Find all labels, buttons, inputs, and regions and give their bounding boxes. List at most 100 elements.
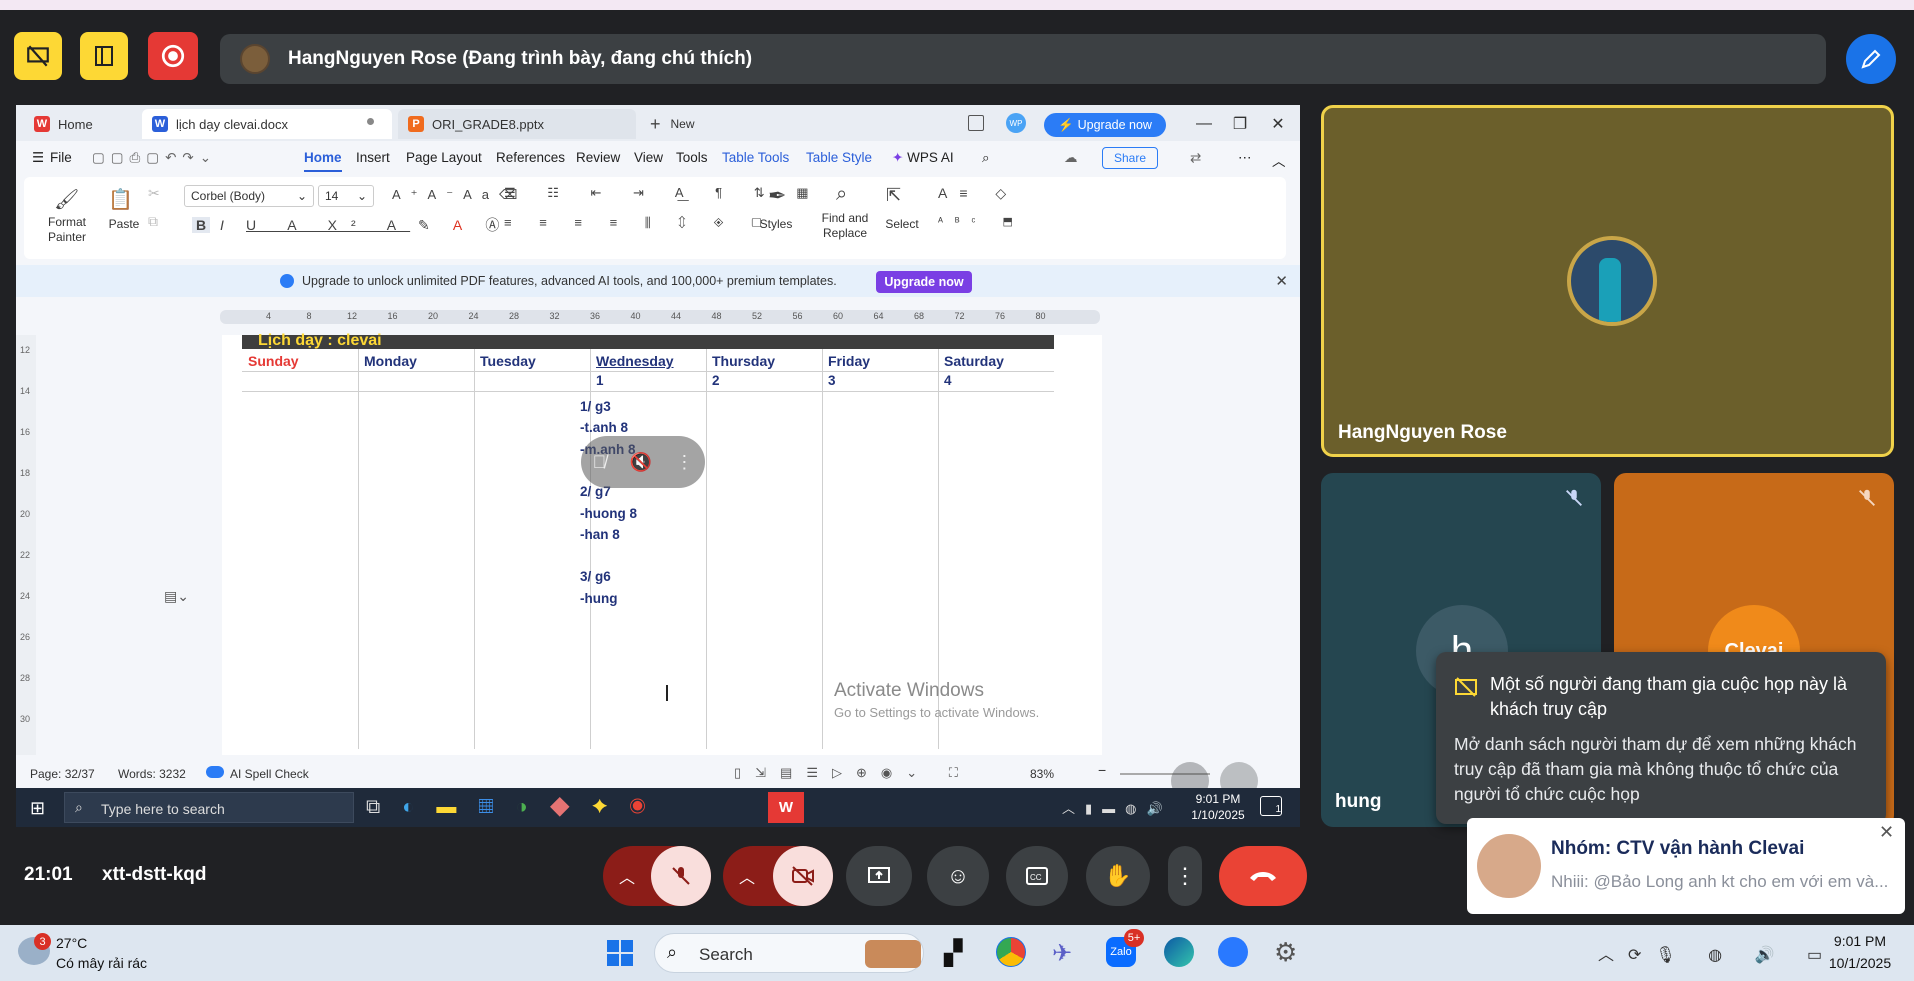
cut-icon[interactable]: ✂ — [148, 185, 160, 202]
speaker-off-icon[interactable]: 🔇 — [630, 452, 652, 473]
menu-table-style[interactable]: Table Style — [806, 150, 872, 165]
select-label[interactable]: Select — [880, 217, 924, 232]
raise-hand-button[interactable]: ✋ — [1086, 846, 1150, 906]
cloud-icon[interactable]: ☁ — [1064, 150, 1078, 166]
find-replace-label[interactable]: Find and Replace — [810, 211, 880, 241]
menu-view[interactable]: View — [634, 150, 663, 165]
format-painter-label[interactable]: Format Painter — [38, 215, 96, 245]
weather-desc[interactable]: Có mây rải rác — [56, 955, 147, 971]
restore-button[interactable]: ❐ — [1228, 113, 1252, 135]
menu-review[interactable]: Review — [576, 150, 620, 165]
select-icon[interactable]: ⇱ — [886, 185, 901, 206]
windows-start-icon[interactable] — [606, 939, 634, 967]
menu-home[interactable]: Home — [304, 150, 342, 172]
upgrade-now-button[interactable]: ⚡ Upgrade now — [1044, 113, 1166, 137]
table-handle-icon[interactable]: ▤⌄ — [164, 588, 189, 605]
font-size-select[interactable]: 14 ⌄ — [318, 185, 374, 207]
share-button[interactable]: Share — [1102, 147, 1158, 169]
menu-wps-ai[interactable]: ✦ WPS AI — [892, 150, 954, 166]
menu-references[interactable]: References — [496, 150, 565, 165]
weather-temp[interactable]: 27°C — [56, 935, 87, 951]
notification-center-icon[interactable]: 1 — [1260, 796, 1282, 816]
close-notice-icon[interactable]: ✕ — [1275, 272, 1288, 290]
spell-tools-icons[interactable]: ᴬᴮᶜ ⬒ — [938, 215, 1025, 228]
present-button[interactable] — [846, 846, 912, 906]
collapse-ribbon-icon[interactable]: ︿ — [1272, 150, 1286, 170]
camera-toggle-button[interactable] — [773, 846, 833, 906]
text-tools-icons[interactable]: A≡ ◇ — [938, 185, 1018, 202]
menu-file[interactable]: File — [50, 150, 72, 165]
italic-button[interactable]: I — [220, 217, 224, 233]
layout-button[interactable] — [80, 32, 128, 80]
tray-icons[interactable]: ︿▮▬◍🔊 — [1062, 798, 1173, 817]
edge-icon[interactable] — [1164, 937, 1194, 967]
close-window-button[interactable]: ✕ — [1266, 113, 1290, 135]
zoom-out-icon[interactable]: − — [1098, 762, 1106, 778]
page-count[interactable]: Page: 32/37 — [30, 767, 95, 781]
menu-page-layout[interactable]: Page Layout — [406, 150, 482, 165]
view-mode-icons[interactable]: ▯⇲▤☰▷⊕◉⌄ ⛶ — [734, 765, 972, 781]
word-count[interactable]: Words: 3232 — [118, 767, 186, 781]
convert-icon[interactable]: ⇄ — [1190, 150, 1201, 166]
more-vertical-icon[interactable]: ⋮ — [675, 452, 693, 473]
tab-lich-day[interactable]: W lịch dạy clevai.docx — [142, 109, 392, 139]
inner-search-box[interactable]: ⌕ Type here to search — [64, 792, 354, 823]
account-avatar[interactable]: WP — [1006, 113, 1026, 133]
menu-insert[interactable]: Insert — [356, 150, 390, 165]
spell-check-toggle[interactable] — [206, 766, 224, 778]
search-icon[interactable]: ⌕ — [982, 150, 990, 166]
settings-gear-icon[interactable]: ⚙ — [1274, 937, 1297, 968]
reactions-button[interactable]: ☺ — [927, 846, 989, 906]
paragraph-tools-row2[interactable]: ≡ ≡ ≡ ≡ ⫼ ⇕ ◈ ▢ — [504, 215, 774, 231]
meet-app-icon[interactable] — [1218, 937, 1248, 967]
recording-button[interactable] — [148, 32, 198, 80]
new-tab-button[interactable]: + New — [640, 109, 720, 139]
guest-warning-popup[interactable]: Một số người đang tham gia cuộc họp này … — [1436, 652, 1886, 824]
participant-tile-presenter[interactable]: HangNguyen Rose — [1321, 105, 1894, 457]
highlight-color-buttons[interactable]: ✎ A Ⓐ — [418, 215, 509, 235]
copy-icon[interactable]: ⧉ — [148, 213, 158, 230]
font-name-select[interactable]: Corbel (Body) ⌄ — [184, 185, 314, 207]
styles-icon[interactable]: ✒ — [768, 183, 786, 209]
format-painter-icon[interactable]: 🖌 — [54, 187, 79, 212]
tab-grid-icon[interactable] — [968, 115, 984, 131]
taskbar-search-box[interactable]: ⌕ Search — [654, 933, 924, 973]
captions-button[interactable]: CC — [1006, 846, 1068, 906]
styles-label[interactable]: Styles — [752, 217, 800, 232]
teams-icon[interactable]: ✈ — [1052, 939, 1072, 968]
system-tray-icons[interactable]: ︿⟳🎙 ◍ 🔊 ▭ — [1598, 941, 1836, 965]
zoom-level[interactable]: 83% — [1030, 767, 1054, 781]
hide-presentation-button[interactable] — [14, 32, 62, 80]
quick-access-icons[interactable]: ▢▢⎙▢↶↷⌄ — [92, 150, 217, 166]
pinned-app-icons[interactable]: ⧉◐▬▦◑◆✦◉ — [366, 796, 667, 819]
chrome-icon[interactable] — [996, 937, 1026, 967]
taskbar-clock-date[interactable]: 10/1/2025 — [1820, 955, 1900, 971]
tab-ori-grade8[interactable]: P ORI_GRADE8.pptx — [398, 109, 636, 139]
camera-options-chevron-icon[interactable]: ︿ — [739, 864, 755, 888]
format-buttons[interactable]: U A X² A — [246, 217, 410, 233]
tab-home[interactable]: W Home — [24, 109, 128, 139]
leave-call-button[interactable] — [1219, 846, 1307, 906]
menu-tools[interactable]: Tools — [676, 150, 708, 165]
meeting-code[interactable]: xtt-dstt-kqd — [102, 864, 206, 886]
paste-icon[interactable]: 📋 — [108, 187, 133, 212]
mic-toggle-button[interactable] — [651, 846, 711, 906]
hamburger-icon[interactable]: ☰ — [32, 150, 44, 166]
find-icon[interactable]: ⌕ — [836, 183, 847, 206]
wps-taskbar-icon[interactable]: W — [768, 792, 804, 823]
floating-meet-controls[interactable]: 🎙̸ 🔇 ⋮ — [581, 436, 705, 488]
mic-off-icon[interactable]: 🎙̸ — [593, 452, 607, 473]
taskbar-clock-time[interactable]: 9:01 PM — [1824, 933, 1896, 949]
more-options-button[interactable]: ⋮ — [1168, 846, 1202, 906]
bold-button[interactable]: B — [192, 217, 211, 233]
chat-notification[interactable]: Nhóm: CTV vận hành Clevai Nhiii: @Bảo Lo… — [1467, 818, 1905, 914]
minimize-button[interactable]: — — [1192, 113, 1216, 135]
close-chat-icon[interactable]: ✕ — [1879, 822, 1894, 843]
more-icon[interactable]: ⋯ — [1238, 150, 1252, 166]
paste-label[interactable]: Paste — [102, 217, 146, 232]
menu-table-tools[interactable]: Table Tools — [722, 150, 789, 165]
annotate-button[interactable] — [1846, 34, 1896, 84]
task-view-icon[interactable]: ▞ — [944, 939, 962, 968]
windows-start-icon[interactable]: ⊞ — [30, 798, 45, 819]
mic-options-chevron-icon[interactable]: ︿ — [619, 864, 635, 888]
